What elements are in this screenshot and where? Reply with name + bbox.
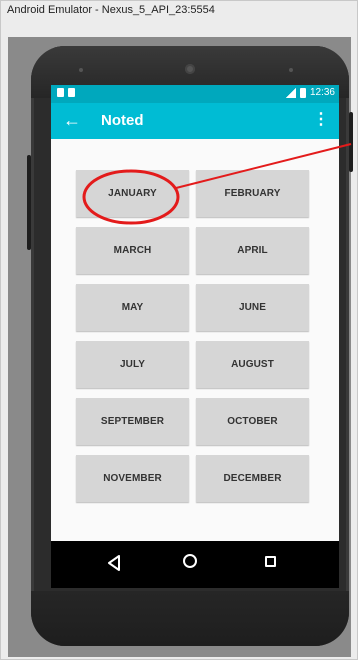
month-button-june[interactable]: JUNE: [196, 284, 309, 331]
month-button-august[interactable]: AUGUST: [196, 341, 309, 388]
app-title: Noted: [101, 112, 144, 129]
volume-button: [27, 155, 31, 250]
notification-icon: [57, 88, 64, 97]
camera-icon: [185, 64, 195, 74]
month-button-december[interactable]: DECEMBER: [196, 455, 309, 502]
phone-bottom-bezel: [31, 591, 349, 646]
nav-recents-icon[interactable]: [265, 556, 276, 567]
status-time: 12:36: [309, 87, 335, 98]
device-screen: 12:36 ← Noted ⋮ JANUARY FEBRUARY MARCH A…: [51, 85, 339, 588]
nav-back-icon[interactable]: [107, 555, 121, 571]
battery-icon: [299, 87, 306, 98]
month-button-november[interactable]: NOVEMBER: [76, 455, 189, 502]
month-button-april[interactable]: APRIL: [196, 227, 309, 274]
app-toolbar: ← Noted ⋮: [51, 103, 339, 139]
month-button-january[interactable]: JANUARY: [76, 170, 189, 217]
arrow-back-icon[interactable]: ←: [63, 110, 81, 130]
month-button-july[interactable]: JULY: [76, 341, 189, 388]
status-bar: 12:36: [51, 85, 339, 103]
window-title: Android Emulator - Nexus_5_API_23:5554: [7, 4, 215, 16]
nav-home-icon[interactable]: [183, 554, 197, 568]
month-button-may[interactable]: MAY: [76, 284, 189, 331]
notification-icon: [68, 88, 75, 97]
month-button-march[interactable]: MARCH: [76, 227, 189, 274]
system-nav-bar: [51, 541, 339, 588]
more-vert-icon[interactable]: ⋮: [313, 111, 329, 129]
month-button-september[interactable]: SEPTEMBER: [76, 398, 189, 445]
sensor-icon: [79, 68, 83, 72]
month-button-february[interactable]: FEBRUARY: [196, 170, 309, 217]
signal-icon: [285, 87, 296, 98]
power-button: [349, 112, 353, 172]
month-button-october[interactable]: OCTOBER: [196, 398, 309, 445]
sensor-icon: [289, 68, 293, 72]
